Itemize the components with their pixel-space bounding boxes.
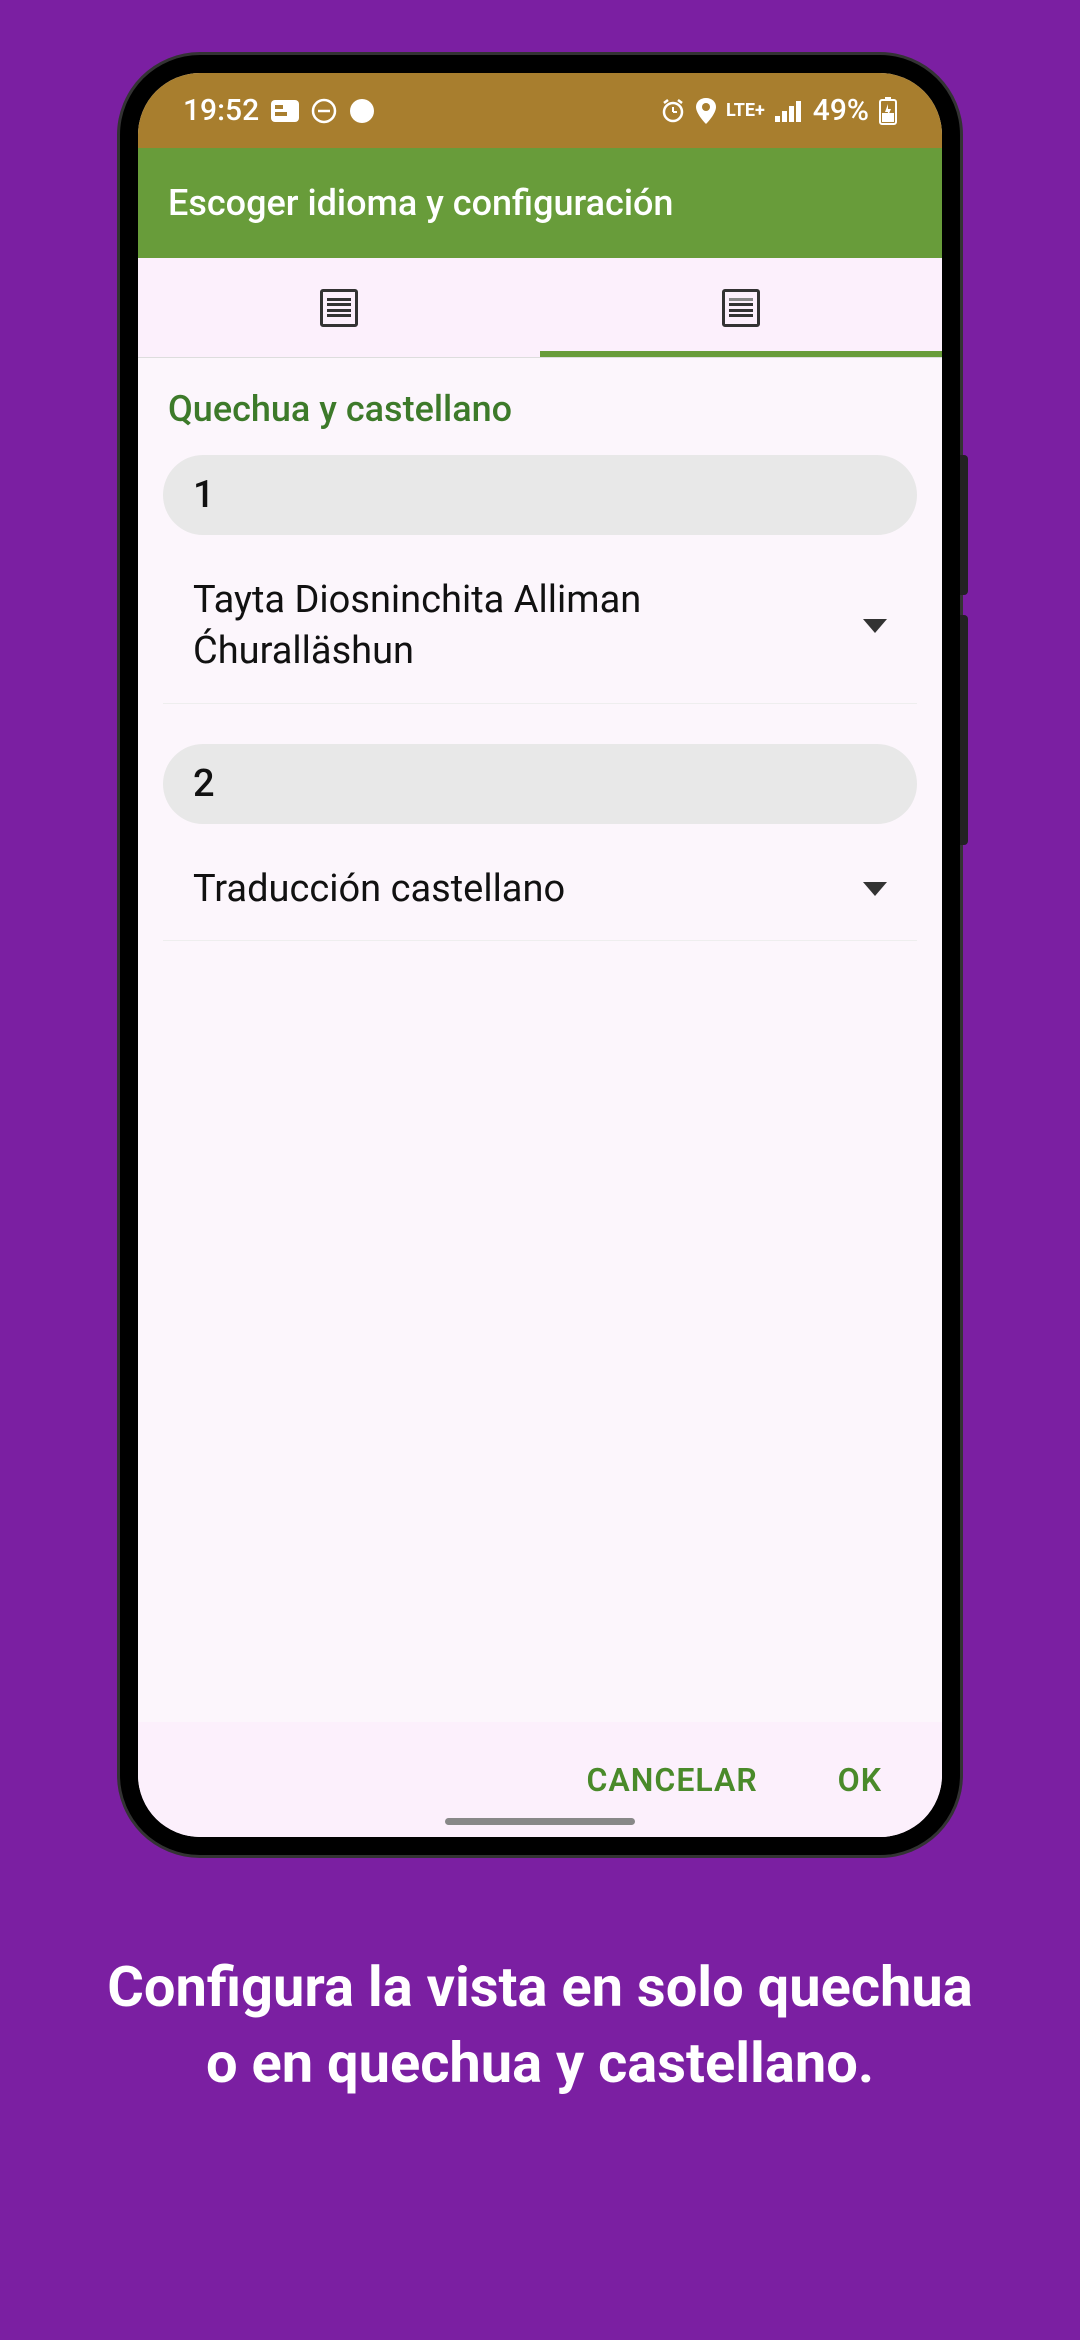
dual-doc-icon bbox=[722, 289, 760, 327]
cancel-button[interactable]: CANCELAR bbox=[586, 1761, 757, 1799]
header-title: Escoger idioma y configuración bbox=[168, 182, 673, 224]
dropdown-1-label: Tayta Diosninchita Alliman Ćhuralläshun bbox=[193, 575, 783, 678]
app-header: Escoger idioma y configuración bbox=[138, 148, 942, 258]
chevron-down-icon bbox=[863, 882, 887, 896]
ok-button[interactable]: OK bbox=[838, 1761, 882, 1799]
promo-caption: Configura la vista en solo quechuao en q… bbox=[0, 1950, 1080, 2101]
signal-icon bbox=[775, 100, 803, 122]
phone-screen: 19:52 LTE+ bbox=[138, 73, 942, 1837]
tab-dual-view[interactable] bbox=[540, 258, 942, 357]
slot-number-1: 1 bbox=[163, 455, 917, 535]
chevron-down-icon bbox=[863, 619, 887, 633]
dnd-icon bbox=[311, 98, 337, 124]
single-doc-icon bbox=[320, 289, 358, 327]
section-title: Quechua y castellano bbox=[163, 388, 917, 430]
content-area: Quechua y castellano 1 Tayta Diosninchit… bbox=[138, 358, 942, 1722]
alarm-icon bbox=[660, 98, 686, 124]
tab-single-view[interactable] bbox=[138, 258, 540, 357]
side-button bbox=[960, 615, 968, 845]
tab-bar bbox=[138, 258, 942, 358]
location-icon bbox=[696, 98, 716, 124]
status-time: 19:52 bbox=[183, 93, 259, 128]
battery-label: 49% bbox=[813, 93, 869, 128]
cc-icon bbox=[271, 100, 299, 122]
network-label: LTE+ bbox=[726, 100, 765, 121]
nav-handle[interactable] bbox=[445, 1818, 635, 1825]
phone-frame: 19:52 LTE+ bbox=[120, 55, 960, 1855]
side-button bbox=[960, 455, 968, 595]
language-dropdown-2[interactable]: Traducción castellano bbox=[163, 839, 917, 941]
dropdown-2-label: Traducción castellano bbox=[193, 864, 565, 915]
status-bar: 19:52 LTE+ bbox=[138, 73, 942, 148]
slot-number-2: 2 bbox=[163, 744, 917, 824]
language-dropdown-1[interactable]: Tayta Diosninchita Alliman Ćhuralläshun bbox=[163, 550, 917, 704]
app-icon bbox=[349, 98, 375, 124]
battery-icon bbox=[879, 97, 897, 125]
